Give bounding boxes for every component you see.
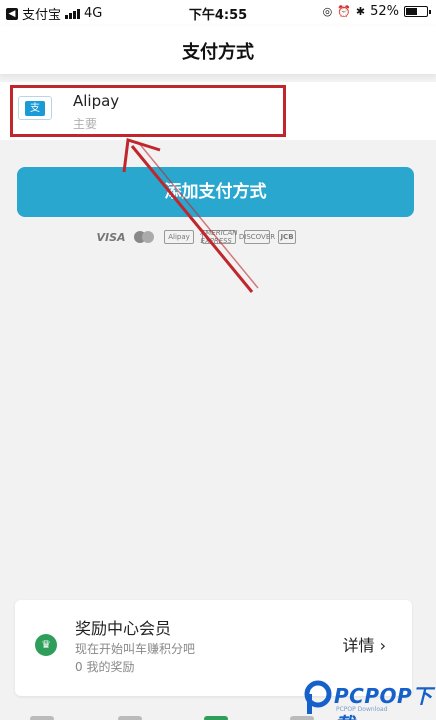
rewards-points: 0 我的奖励	[75, 660, 135, 674]
tab-icon[interactable]	[118, 716, 142, 720]
watermark-text: PCPOP下载	[334, 684, 433, 720]
rewards-description: 现在开始叫车赚积分吧	[75, 642, 196, 656]
rewards-details-link[interactable]: 详情 ›	[343, 632, 387, 656]
tab-icon[interactable]	[30, 716, 54, 720]
tab-icon[interactable]	[204, 716, 228, 720]
pcpop-logo-icon	[304, 680, 332, 714]
watermark: PCPOP下载 PCPOP Download	[300, 676, 436, 720]
watermark-subtext: PCPOP Download	[336, 706, 388, 713]
crown-icon: ♛	[35, 634, 57, 656]
rewards-title: 奖励中心会员	[75, 619, 172, 638]
